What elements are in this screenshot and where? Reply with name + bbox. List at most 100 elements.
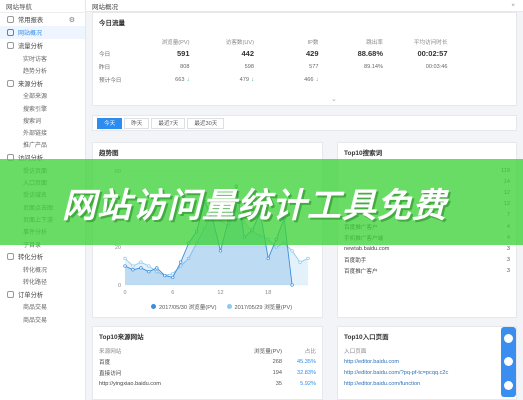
x-tick-label: 18 (265, 290, 271, 296)
sources-col-pct: 占比 (304, 348, 316, 355)
menu-icon (7, 16, 14, 23)
sidebar-item[interactable]: 商品交易 (0, 313, 85, 325)
today-traffic-card: 今日流量 浏览量(PV) 访客数(UV) IP数 跳出率 平均访问时长 今日 59… (92, 12, 517, 106)
menu-icon (7, 253, 14, 261)
sidebar-item[interactable]: 搜索词 (0, 114, 85, 126)
source-pv: 35 (275, 381, 282, 388)
menu-icon (7, 79, 14, 87)
tab-yesterday[interactable]: 昨天 (124, 117, 150, 129)
sidebar-item-label: 转化分析 (18, 254, 44, 262)
metric-value: 00:02:57 (389, 49, 454, 58)
source-row[interactable]: http://yingxiao.baidu.com 35 5.92% (93, 379, 322, 390)
expand-chevron-icon[interactable]: ⌄ (331, 95, 337, 103)
sidebar-item-label: 转化路径 (23, 280, 48, 287)
y-tick-label: 20 (115, 245, 121, 251)
sidebar-item[interactable]: 全部来源 (0, 90, 85, 102)
metric-value-text: 88.68% (357, 49, 383, 58)
metric-value-text: 479 (239, 76, 249, 83)
metric-rows: 今日 591 442 429 88.68% 00:02:57 昨日 808 598 577 89.1… (93, 47, 516, 86)
tab-today[interactable]: 今天 (97, 117, 123, 129)
source-pct: 45.35% (297, 358, 316, 365)
metric-header: 平均访问时长 (413, 40, 448, 46)
data-point (139, 266, 143, 270)
sidebar-item[interactable]: 来源分析 (0, 77, 85, 90)
sidebar-item[interactable]: 订单分析 (0, 288, 85, 301)
top10-sources-card: Top10来源网站 来源网站 浏览量(PV) 占比 百度 268 45.35% 直接访… (92, 326, 323, 400)
sidebar-item[interactable]: 搜索引擎 (0, 102, 85, 114)
data-point (123, 264, 127, 268)
metric-value: 442 (196, 49, 261, 58)
source-row[interactable]: 百度 268 45.35% (93, 356, 322, 367)
data-point (131, 264, 135, 268)
metric-value-text: 598 (244, 63, 254, 70)
keyword-row[interactable]: 百度推广客户 3 (338, 266, 516, 277)
metric-value-text: 429 (305, 49, 319, 58)
promo-banner-text: 网站访问量统计工具免费 (62, 186, 447, 226)
metric-value: 429 (260, 49, 325, 58)
legend-current-label: 2017/05/30 浏览量(PV) (159, 305, 217, 311)
tab-last-30-days[interactable]: 最近30天 (187, 117, 225, 129)
sidebar-item-label: 搜索词 (23, 118, 42, 125)
data-point (266, 256, 270, 261)
gear-icon[interactable]: ⚙ (69, 16, 75, 24)
close-icon[interactable]: × (511, 2, 515, 9)
sidebar-item-label: 趋势分析 (23, 68, 48, 75)
chat-icon[interactable] (504, 334, 513, 344)
sidebar-item-label: 来源分析 (18, 80, 44, 88)
sidebar-item[interactable]: 商品交易 (0, 301, 85, 313)
sidebar-header: 网站导航 (0, 0, 85, 13)
data-point (218, 249, 223, 253)
sidebar-item[interactable]: 推广产品 (0, 139, 85, 151)
metric-row: 预计今日 663 ↓ 479 ↓ 466 ↓ (93, 73, 516, 86)
metric-header: 访客数(UV) (225, 40, 254, 46)
feedback-icon[interactable] (504, 357, 513, 367)
entry-url[interactable]: http://editor.baidu.com/?pq-pf-tc=pcqq.c… (344, 370, 448, 376)
sidebar-item[interactable]: 外部链接 (0, 126, 85, 138)
sidebar-title: 网站导航 (6, 4, 32, 11)
entry-row[interactable]: http://editor.baidu.com/?pq-pf-tc=pcqq.c… (338, 367, 516, 378)
chart-legend: 2017/05/30 浏览量(PV) 2017/05/29 浏览量(PV) (151, 303, 292, 311)
entry-url[interactable]: http://editor.baidu.com (344, 359, 399, 365)
source-site: http://yingxiao.baidu.com (99, 381, 161, 388)
top-icon[interactable] (504, 380, 513, 390)
sidebar-item[interactable]: 实时访客 (0, 52, 85, 64)
metric-value-text: 00:02:57 (417, 49, 448, 58)
x-tick-label: 0 (123, 290, 126, 296)
keyword-row[interactable]: 百度助手 3 (338, 255, 516, 266)
sidebar-item-label: 实时访客 (23, 56, 48, 63)
legend-current: 2017/05/30 浏览量(PV) (151, 303, 217, 311)
metric-row-label: 昨日 (99, 64, 111, 71)
metric-value-text: 00:03:46 (425, 63, 448, 70)
sidebar-item[interactable]: 趋势分析 (0, 64, 85, 76)
sidebar-item[interactable]: 流量分析 (0, 39, 85, 52)
source-row[interactable]: 直接访问 194 32.83% (93, 367, 322, 378)
sidebar-item-label: 转化概况 (23, 267, 48, 274)
sidebar-item[interactable]: 常用报表 ⚙ (0, 13, 85, 26)
metric-value: 89.14% (325, 64, 390, 70)
down-arrow-icon: ↓ (251, 76, 254, 83)
sidebar-item[interactable]: 网站概况 (0, 26, 85, 39)
floating-toolbar[interactable] (501, 327, 516, 397)
data-point (171, 275, 175, 280)
top10-sources-title: Top10来源网站 (99, 334, 144, 341)
tab-last-7-days[interactable]: 最近7天 (151, 117, 186, 129)
watermark: 头条 @SEO优化 (8, 391, 53, 397)
metric-value-text: 591 (176, 49, 190, 58)
entry-list: http://editor.baidu.com http://editor.bai… (338, 356, 516, 390)
keyword-count: 3 (506, 257, 510, 264)
data-point (163, 273, 167, 278)
entry-row[interactable]: http://editor.baidu.com/function (338, 379, 516, 390)
legend-previous-dot (226, 304, 232, 309)
keyword-count: 3 (506, 245, 510, 252)
sidebar-item[interactable]: 转化概况 (0, 263, 85, 275)
keyword-label: 百度推广客户 (344, 269, 378, 276)
x-tick-label: 12 (217, 290, 223, 296)
metric-value: 598 (196, 64, 261, 70)
entry-row[interactable]: http://editor.baidu.com (338, 356, 516, 367)
sidebar-item[interactable]: 转化分析 (0, 250, 85, 263)
menu-icon (7, 42, 14, 49)
entry-url[interactable]: http://editor.baidu.com/function (344, 381, 420, 387)
data-point (123, 256, 127, 261)
sidebar-item[interactable]: 转化路径 (0, 275, 85, 287)
metric-row-label: 预计今日 (99, 77, 122, 84)
